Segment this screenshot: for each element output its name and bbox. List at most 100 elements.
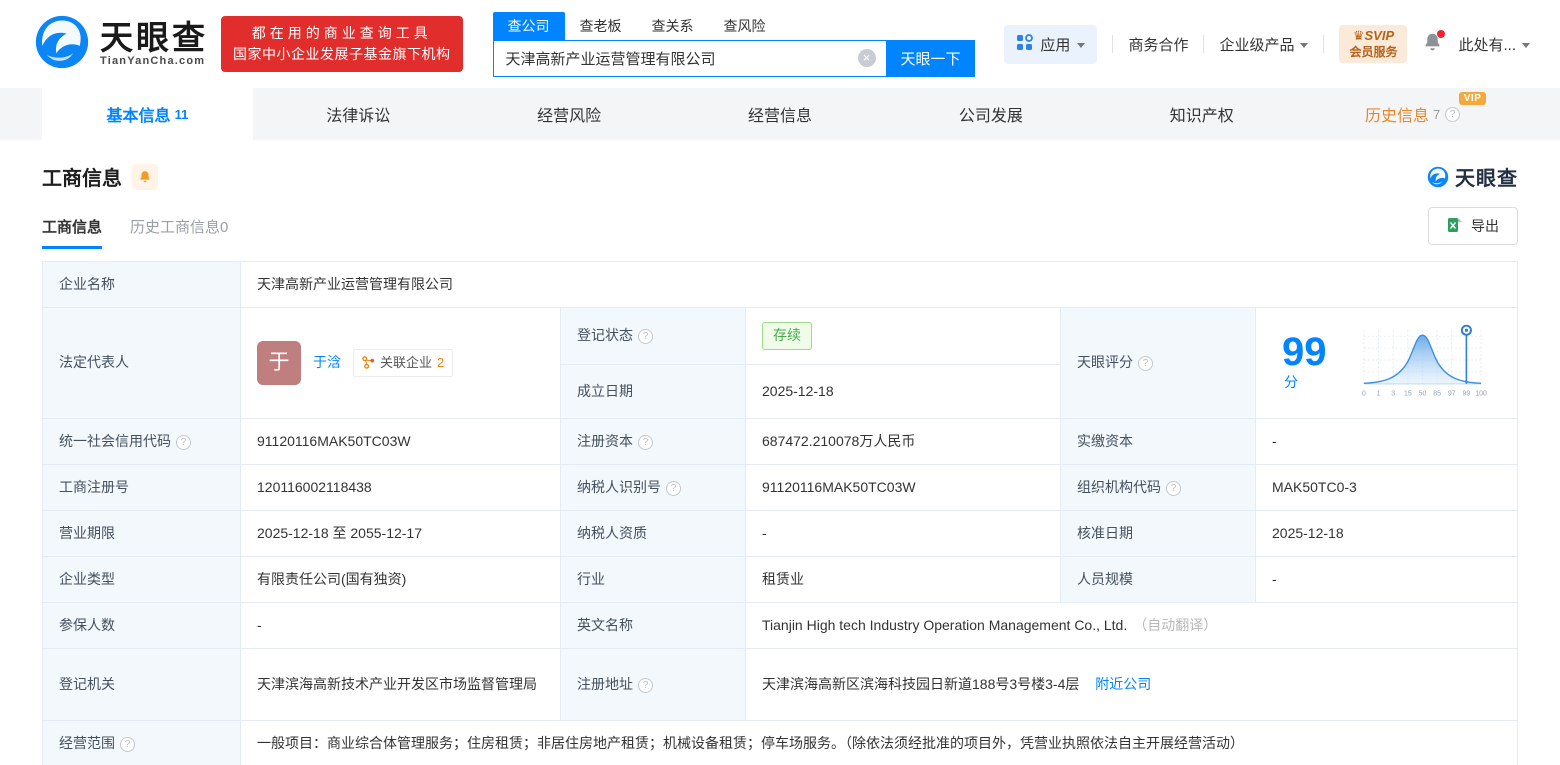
chevron-down-icon: [1522, 42, 1530, 48]
table-row: 统一社会信用代码? 91120116MAK50TC03W 注册资本? 68747…: [42, 418, 1518, 465]
top-nav: 应用 商务合作 企业级产品 ♛SVIP 会员服务 此处有...: [1004, 24, 1530, 64]
clear-icon[interactable]: ×: [857, 49, 876, 67]
field-label: 行业: [560, 556, 746, 603]
tab-basic-info[interactable]: 基本信息 11: [42, 88, 253, 140]
promo-line1: 都在用的商业查询工具: [251, 25, 432, 41]
svg-text:99: 99: [1463, 391, 1471, 398]
legal-rep-avatar[interactable]: 于: [257, 341, 301, 385]
score-marker-pin: [1460, 324, 1472, 384]
svg-text:97: 97: [1448, 391, 1456, 398]
company-name-value: 天津高新产业运营管理有限公司: [240, 261, 1518, 308]
establish-date-value: 2025-12-18: [745, 364, 1061, 419]
svg-text:1: 1: [1377, 391, 1381, 398]
apps-menu-button[interactable]: 应用: [1004, 24, 1098, 64]
tianyancha-logo[interactable]: 天眼查 TianYanCha.com: [34, 14, 208, 75]
field-label: 核准日期: [1060, 510, 1256, 557]
reg-capital-value: 687472.210078万人民币: [745, 418, 1061, 465]
tab-operating-risk[interactable]: 经营风险: [464, 88, 675, 140]
related-companies-badge[interactable]: 关联企业 2: [353, 348, 454, 378]
insured-count-value: -: [240, 602, 561, 649]
company-tab-bar: 基本信息 11 法律诉讼 经营风险 经营信息 公司发展 知识产权 VIP 历史信息…: [0, 88, 1560, 140]
score-cell: 99分 0 1 3 15 50 85 97 99 100: [1255, 307, 1518, 419]
field-label: 组织机构代码?: [1060, 464, 1256, 511]
tab-company-development[interactable]: 公司发展: [885, 88, 1096, 140]
brand-name: 天眼查: [100, 19, 208, 56]
crown-icon: ♛: [1352, 28, 1365, 43]
svg-text:85: 85: [1433, 391, 1441, 398]
search-tab-boss[interactable]: 查老板: [565, 12, 637, 40]
nav-business-cooperation[interactable]: 商务合作: [1128, 34, 1188, 55]
help-icon[interactable]: ?: [1138, 356, 1153, 372]
field-label: 实缴资本: [1060, 418, 1256, 465]
field-label: 人员规模: [1060, 556, 1256, 603]
network-icon: [362, 356, 375, 370]
tab-intellectual-property[interactable]: 知识产权: [1096, 88, 1307, 140]
reg-authority-value: 天津滨海高新技术产业开发区市场监督管理局: [240, 648, 561, 721]
subtab-business-info[interactable]: 工商信息: [42, 216, 103, 249]
chevron-down-icon: [1077, 42, 1086, 48]
svg-text:15: 15: [1404, 391, 1412, 398]
svip-member-badge[interactable]: ♛SVIP 会员服务: [1339, 25, 1408, 63]
help-icon[interactable]: ?: [638, 677, 653, 693]
field-label: 纳税人资质: [560, 510, 746, 557]
subtab-history-business-info[interactable]: 历史工商信息0: [130, 216, 228, 249]
search-input[interactable]: [493, 49, 886, 67]
help-icon[interactable]: ?: [176, 434, 191, 450]
search-tab-company[interactable]: 查公司: [492, 11, 565, 40]
tianyancha-logo-icon: [34, 14, 90, 75]
help-icon[interactable]: ?: [638, 434, 653, 450]
taxpayer-quality-value: -: [745, 510, 1061, 557]
divider: [1203, 35, 1205, 53]
field-label: 纳税人识别号?: [560, 464, 746, 511]
field-label: 企业名称: [42, 261, 241, 308]
help-icon[interactable]: ?: [120, 736, 135, 752]
company-type-value: 有限责任公司(国有独资): [240, 556, 561, 603]
subscribe-bell-button[interactable]: [132, 163, 158, 190]
legal-rep-link[interactable]: 于浛: [313, 352, 341, 374]
industry-value: 租赁业: [745, 556, 1061, 603]
table-row: 经营范围? 一般项目：商业综合体管理服务；住房租赁；非居住房地产租赁；机械设备租…: [42, 720, 1518, 765]
reg-address-value: 天津滨海高新区滨海科技园日新道188号3号楼3-4层 附近公司: [745, 648, 1518, 721]
field-label: 企业类型: [42, 556, 241, 603]
tab-operating-info[interactable]: 经营信息: [675, 88, 886, 140]
user-menu[interactable]: 此处有...: [1458, 34, 1530, 55]
notifications-button[interactable]: [1422, 29, 1446, 57]
apps-grid-icon: [1016, 33, 1034, 55]
help-icon[interactable]: ?: [666, 480, 681, 496]
export-button[interactable]: 导出: [1428, 207, 1518, 245]
field-label: 登记机关: [42, 648, 241, 721]
promo-line2: 国家中小企业发展子基金旗下机构: [233, 46, 451, 62]
brand-domain: TianYanCha.com: [100, 55, 206, 67]
nearby-companies-link[interactable]: 附近公司: [1095, 676, 1151, 692]
table-row: 登记机关 天津滨海高新技术产业开发区市场监督管理局 注册地址? 天津滨海高新区滨…: [42, 648, 1518, 721]
bell-icon: [1422, 33, 1443, 57]
help-icon[interactable]: ?: [1166, 480, 1181, 496]
svg-text:50: 50: [1419, 391, 1427, 398]
nav-enterprise-products[interactable]: 企业级产品: [1219, 34, 1309, 55]
table-row: 企业名称 天津高新产业运营管理有限公司: [42, 261, 1518, 308]
auto-translate-note: （自动翻译）: [1133, 616, 1218, 633]
field-label: 注册资本?: [560, 418, 746, 465]
legal-rep-cell: 于 于浛 关联企业 2: [240, 307, 561, 419]
search-tab-risk[interactable]: 查风险: [709, 12, 781, 40]
field-label: 英文名称: [560, 602, 746, 649]
help-icon[interactable]: ?: [638, 329, 653, 345]
search-tabs: 查公司 查老板 查关系 查风险: [492, 11, 975, 40]
credit-code-value: 91120116MAK50TC03W: [240, 418, 561, 465]
svg-text:3: 3: [1391, 391, 1395, 398]
table-row: 法定代表人 于 于浛 关联企业 2 登记状态 ? 存续 天眼评分 ? 99分 0…: [42, 306, 1518, 419]
paid-capital-value: -: [1255, 418, 1518, 465]
tab-history-info[interactable]: VIP 历史信息 7 ?: [1307, 88, 1518, 140]
field-label: 天眼评分?: [1060, 307, 1256, 419]
search-tab-relation[interactable]: 查关系: [637, 12, 709, 40]
tianyancha-logo-icon: [1427, 166, 1449, 187]
field-label: 登记状态?: [560, 306, 746, 366]
table-row: 营业期限 2025-12-18 至 2055-12-17 纳税人资质 - 核准日…: [42, 510, 1518, 557]
field-label: 统一社会信用代码?: [42, 418, 241, 465]
field-label: 法定代表人: [42, 307, 241, 419]
search-button[interactable]: 天眼一下: [886, 39, 975, 77]
status-badge: 存续: [762, 322, 812, 350]
help-icon[interactable]: ?: [1445, 106, 1461, 122]
main-content: 工商信息 天眼查 工商信息 历史工商信息0 导出 企业名称 天津高新产业运营管理…: [0, 140, 1560, 765]
tab-legal-proceedings[interactable]: 法律诉讼: [253, 88, 464, 140]
